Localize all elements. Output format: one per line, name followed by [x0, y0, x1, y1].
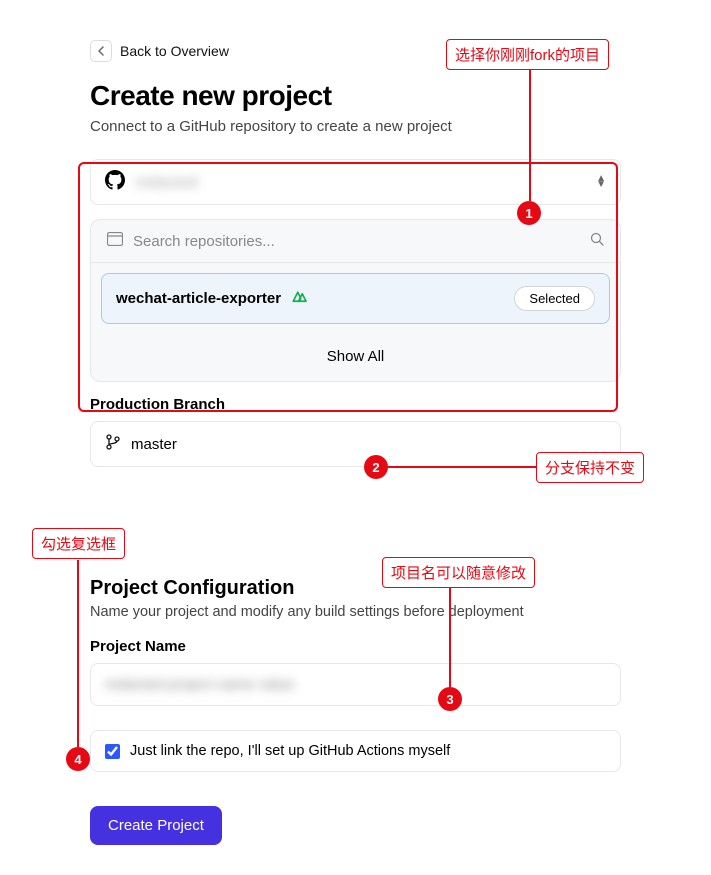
nuxt-icon [291, 289, 309, 308]
project-name-value-redacted: redacted project name value [105, 676, 294, 693]
create-project-button[interactable]: Create Project [90, 806, 222, 845]
project-config-subtitle: Name your project and modify any build s… [90, 604, 621, 620]
selected-badge: Selected [514, 286, 595, 311]
repository-name: wechat-article-exporter [116, 290, 281, 307]
repository-list-item[interactable]: wechat-article-exporter Selected [101, 273, 610, 324]
annotation-line [77, 560, 79, 747]
annotation-line [529, 69, 531, 201]
annotation-badge-3: 3 [438, 687, 462, 711]
project-name-input[interactable]: redacted project name value [90, 663, 621, 706]
annotation-line [449, 587, 451, 687]
just-link-repo-checkbox[interactable] [105, 744, 120, 759]
annotation-badge-4: 4 [66, 747, 90, 771]
annotation-4-text: 勾选复选框 [32, 528, 125, 559]
project-name-label: Project Name [90, 638, 621, 655]
repository-search-input[interactable]: Search repositories... [91, 220, 620, 263]
chevron-left-icon [90, 40, 112, 62]
github-owner-select[interactable]: redacted ▲▼ [90, 159, 621, 205]
repo-window-icon [107, 232, 123, 250]
annotation-3-text: 项目名可以随意修改 [382, 557, 535, 588]
search-icon [590, 232, 604, 250]
annotation-line [388, 466, 537, 468]
show-all-button[interactable]: Show All [91, 334, 620, 381]
owner-name-redacted: redacted [135, 174, 198, 191]
annotation-2-text: 分支保持不变 [536, 452, 644, 483]
repository-panel: Search repositories... wechat-article-ex… [90, 219, 621, 382]
annotation-1-text: 选择你刚刚fork的项目 [446, 39, 609, 70]
git-branch-icon [105, 434, 121, 454]
page-title: Create new project [90, 80, 621, 112]
just-link-repo-label: Just link the repo, I'll set up GitHub A… [130, 743, 450, 759]
page-subtitle: Connect to a GitHub repository to create… [90, 118, 621, 135]
project-config-title: Project Configuration [90, 577, 621, 600]
github-icon [105, 170, 125, 194]
branch-value: master [131, 436, 177, 453]
search-placeholder: Search repositories... [133, 233, 275, 250]
back-to-overview-link[interactable]: Back to Overview [90, 40, 229, 62]
production-branch-label: Production Branch [90, 396, 621, 413]
back-label: Back to Overview [120, 43, 229, 59]
annotation-badge-1: 1 [517, 201, 541, 225]
annotation-badge-2: 2 [364, 455, 388, 479]
just-link-repo-row[interactable]: Just link the repo, I'll set up GitHub A… [90, 730, 621, 772]
chevron-up-down-icon: ▲▼ [596, 176, 606, 188]
